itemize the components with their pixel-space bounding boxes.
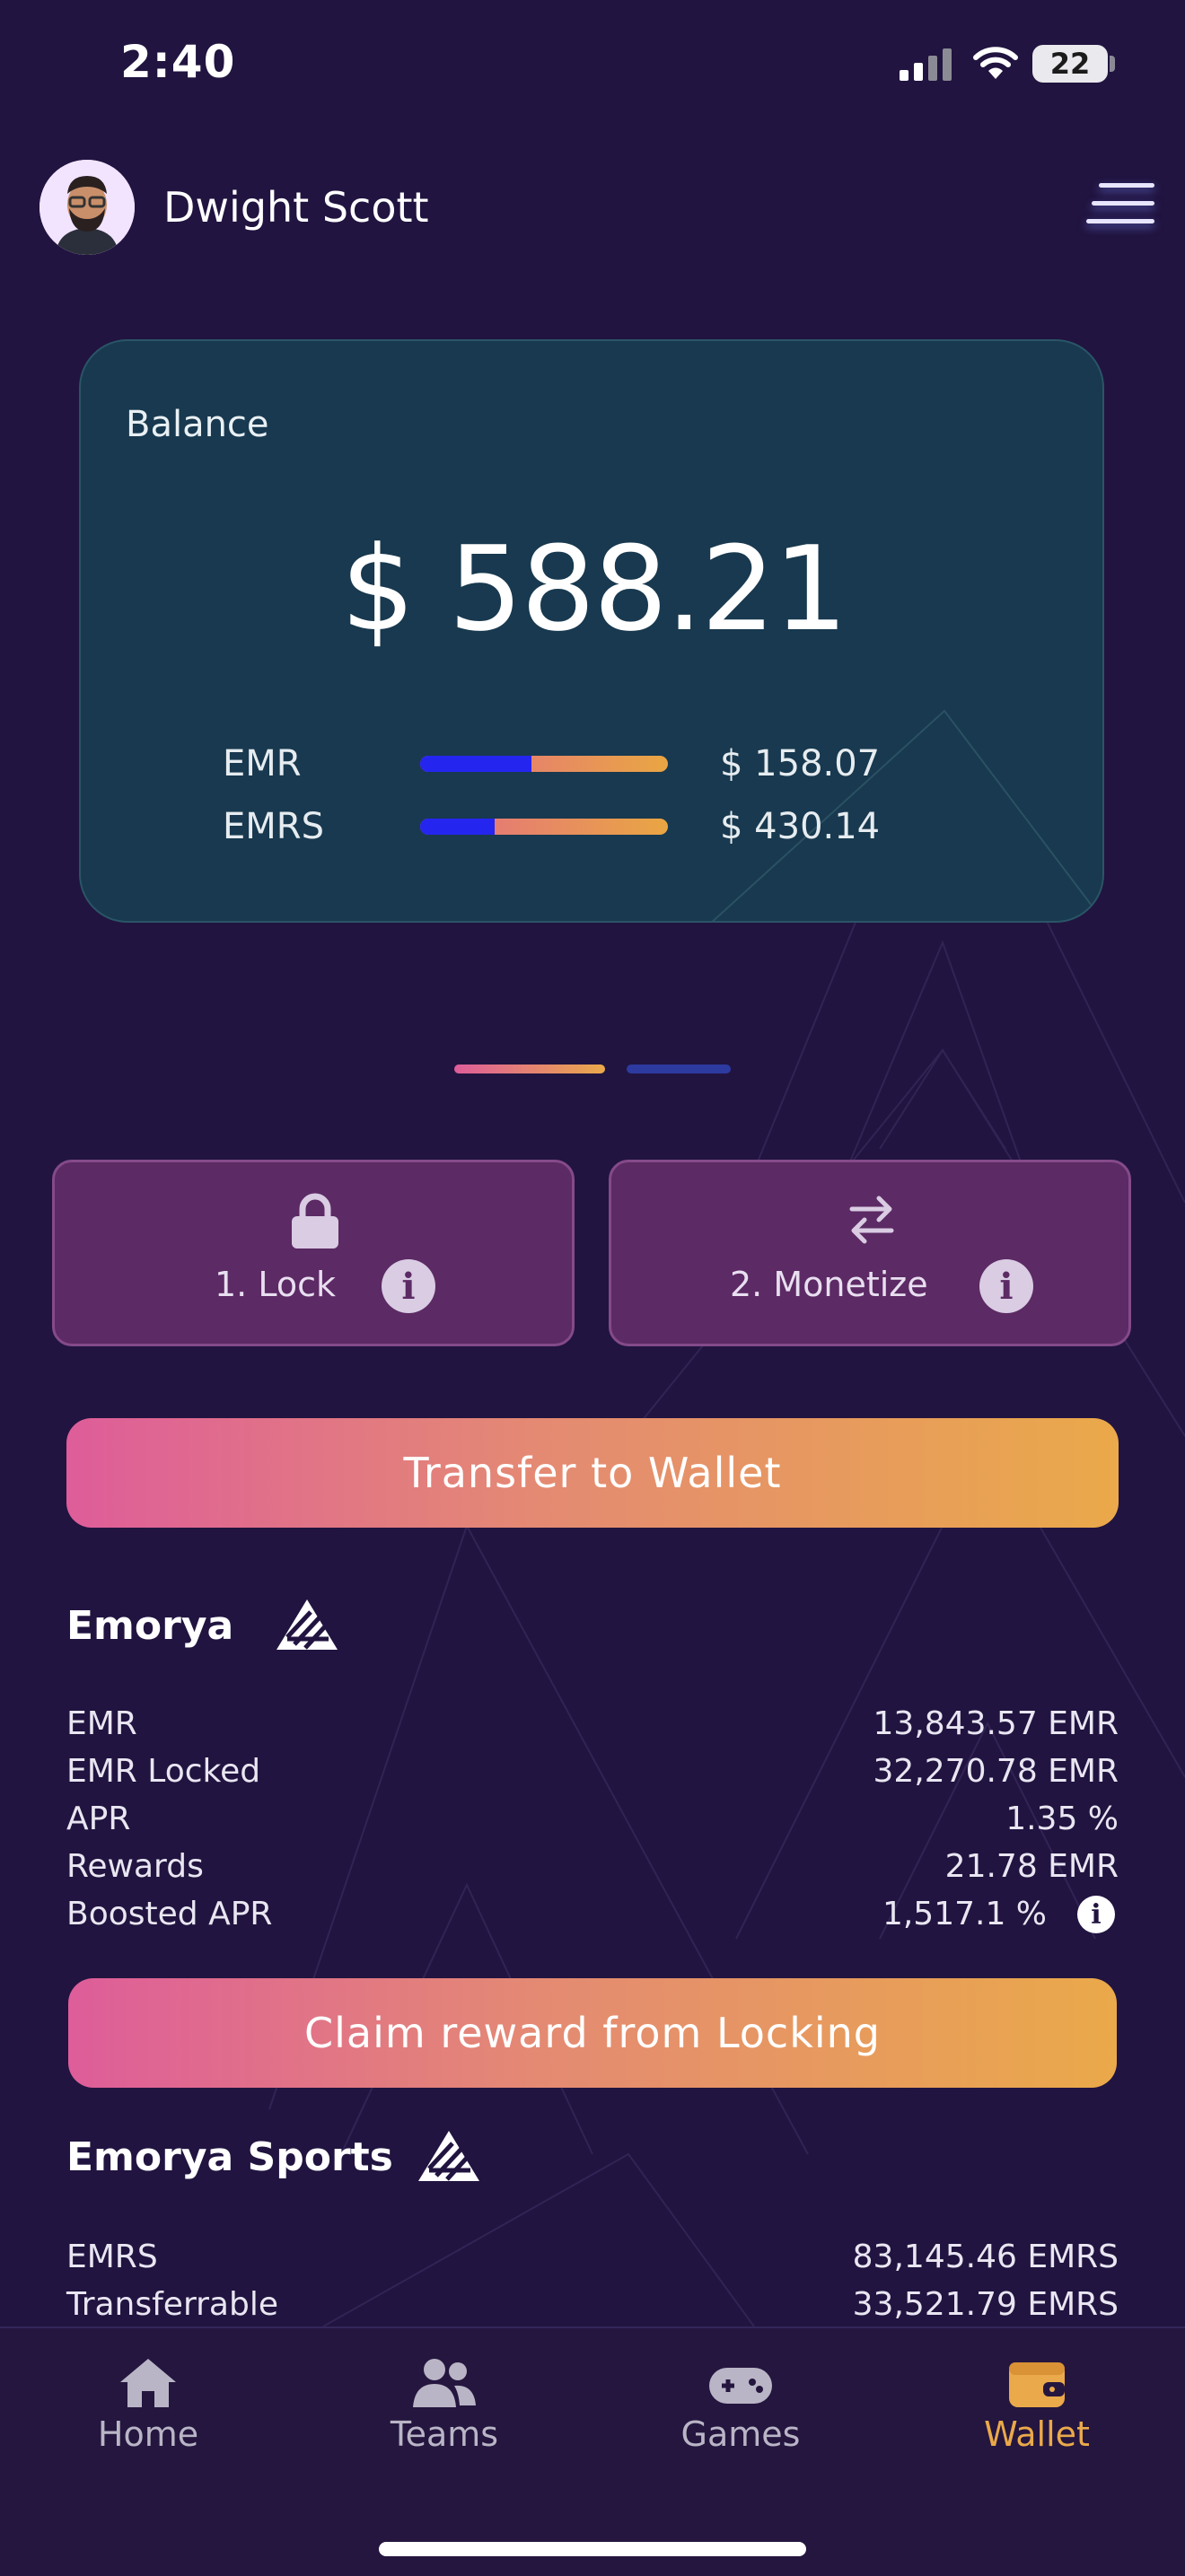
asset-bar-fill (420, 756, 532, 772)
user-name: Dwight Scott (163, 183, 429, 232)
nav-games[interactable]: Games (592, 2328, 889, 2508)
asset-bar-fill (420, 819, 495, 835)
nav-label: Wallet (984, 2414, 1090, 2454)
swap-arrows-icon (849, 1196, 894, 1244)
lock-action[interactable]: 1. Lock i (52, 1160, 575, 1346)
gamepad-icon (709, 2368, 772, 2404)
row-value: 33,521.79 EMRS (852, 2286, 1119, 2323)
nav-teams[interactable]: Teams (296, 2328, 592, 2508)
balance-card[interactable]: Balance $ 588.21 EMR $ 158.07 EMRS $ 430… (79, 339, 1104, 923)
nav-home[interactable]: Home (0, 2328, 296, 2508)
nav-wallet[interactable]: Wallet (889, 2328, 1185, 2508)
emorya-title: Emorya (66, 1603, 234, 1649)
monetize-label: 2. Monetize (730, 1265, 928, 1304)
status-time: 2:40 (120, 36, 236, 88)
row-value: 83,145.46 EMRS (852, 2239, 1119, 2275)
asset-value: $ 158.07 (720, 743, 881, 784)
avatar[interactable] (40, 160, 135, 255)
row-label: EMRS (66, 2239, 158, 2275)
lock-label: 1. Lock (215, 1265, 336, 1304)
row-value: 32,270.78 EMR (873, 1753, 1119, 1790)
row-value: 1,517.1 % (882, 1896, 1047, 1932)
info-icon[interactable]: i (382, 1259, 435, 1313)
emorya-sports-title: Emorya Sports (66, 2134, 393, 2180)
wifi-icon (973, 47, 1018, 79)
asset-label: EMRS (223, 806, 324, 847)
battery-tip (1110, 56, 1115, 72)
pager-dot-active[interactable] (454, 1065, 605, 1073)
emorya-sports-logo-icon (418, 2131, 479, 2181)
claim-reward-button[interactable]: Claim reward from Locking (68, 1978, 1117, 2088)
row-label: Boosted APR (66, 1896, 273, 1932)
monetize-action[interactable]: 2. Monetize i (609, 1160, 1131, 1346)
nav-label: Games (680, 2414, 801, 2454)
menu-line (1086, 219, 1154, 223)
row-value: 13,843.57 EMR (873, 1705, 1119, 1742)
info-icon[interactable]: i (979, 1259, 1033, 1313)
home-icon (120, 2359, 176, 2407)
balance-title: Balance (126, 404, 269, 445)
emorya-logo-icon (276, 1599, 338, 1650)
row-value: 21.78 EMR (944, 1848, 1119, 1885)
teams-icon (413, 2359, 476, 2407)
asset-label: EMR (223, 743, 302, 784)
cellular-signal-icon (900, 48, 952, 81)
row-value: 1.35 % (1005, 1801, 1119, 1837)
boosted-apr-info-icon[interactable]: i (1077, 1896, 1115, 1933)
nav-label: Home (97, 2414, 199, 2454)
avatar-image (40, 160, 135, 255)
lock-icon (292, 1193, 338, 1249)
menu-line (1092, 201, 1154, 206)
asset-bar-emr (420, 756, 668, 772)
row-label: Rewards (66, 1848, 204, 1885)
bottom-nav: Home Teams Games Wallet (0, 2326, 1185, 2576)
asset-value: $ 430.14 (720, 806, 881, 847)
wallet-icon (1009, 2362, 1065, 2407)
row-label: APR (66, 1801, 131, 1837)
row-label: EMR (66, 1705, 137, 1742)
transfer-to-wallet-button[interactable]: Transfer to Wallet (66, 1418, 1119, 1528)
home-indicator[interactable] (379, 2542, 806, 2556)
battery-icon: 22 (1032, 45, 1108, 83)
row-label: EMR Locked (66, 1753, 261, 1790)
nav-label: Teams (390, 2414, 499, 2454)
menu-line (1099, 183, 1154, 188)
row-label: Transferrable (66, 2286, 278, 2323)
pager-dot[interactable] (627, 1065, 731, 1073)
balance-amount: $ 588.21 (340, 521, 848, 657)
menu-button[interactable] (1086, 176, 1160, 233)
asset-bar-emrs (420, 819, 668, 835)
